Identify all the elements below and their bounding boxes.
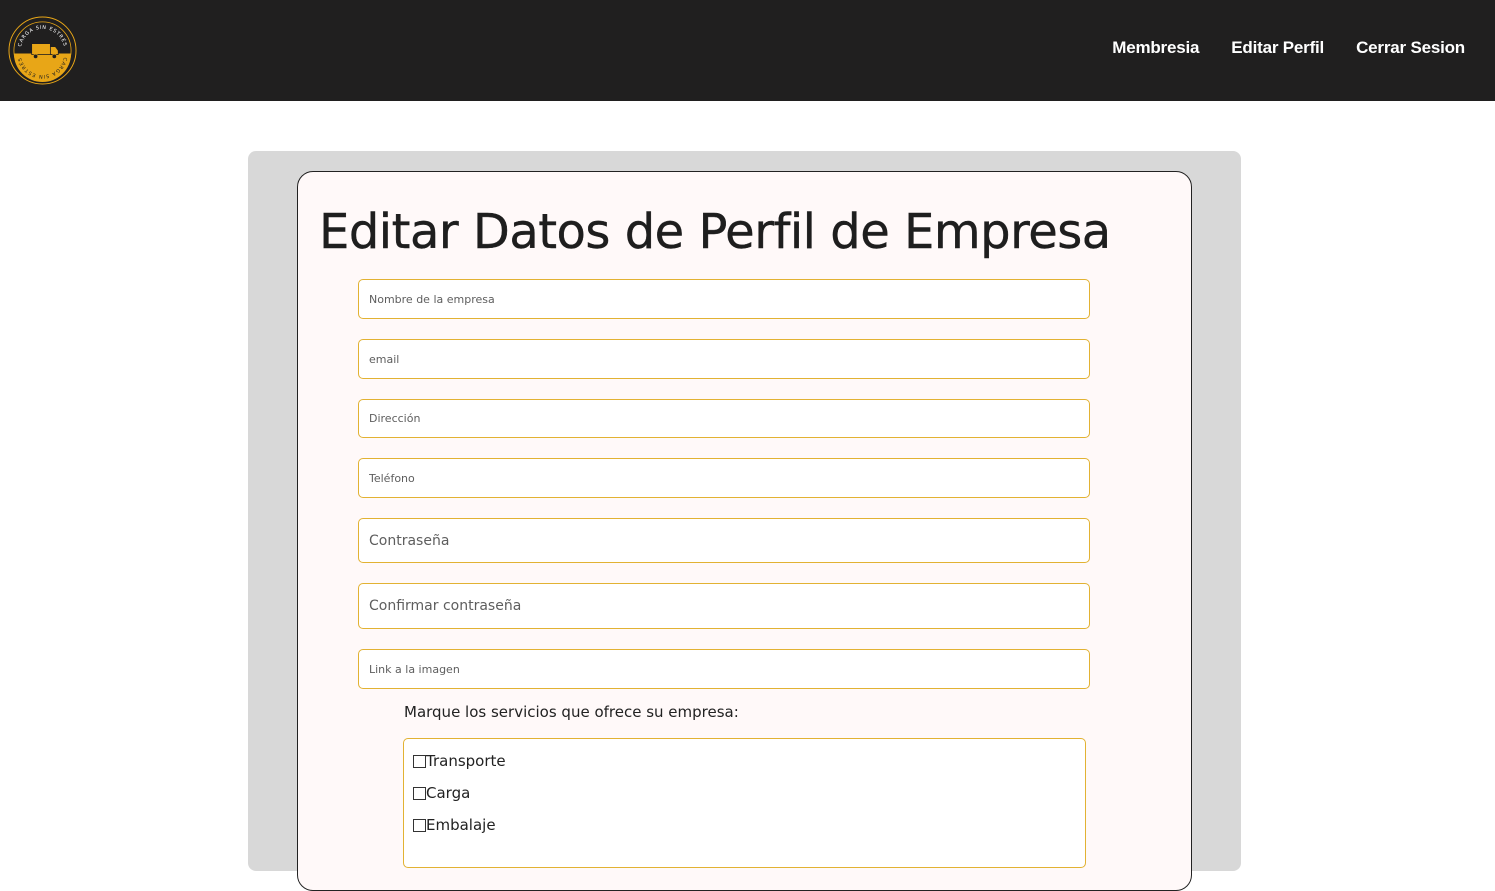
nav-link-cerrar-sesion[interactable]: Cerrar Sesion (1356, 38, 1465, 58)
service-label: Transporte (426, 752, 506, 770)
email-input[interactable] (358, 339, 1090, 379)
page-title: Editar Datos de Perfil de Empresa (319, 204, 1112, 260)
service-label: Embalaje (426, 816, 496, 834)
image-link-input[interactable] (358, 649, 1090, 689)
carga-checkbox[interactable] (413, 786, 426, 800)
top-navbar: CARGA SIN ESTRÉS CARGA SIN ESTRÉS Membre… (0, 0, 1495, 101)
transporte-checkbox[interactable] (413, 754, 426, 768)
services-label: Marque los servicios que ofrece su empre… (404, 703, 739, 721)
service-label: Carga (426, 784, 471, 802)
company-logo[interactable]: CARGA SIN ESTRÉS CARGA SIN ESTRÉS (8, 16, 77, 85)
address-input[interactable] (358, 399, 1090, 438)
phone-input[interactable] (358, 458, 1090, 498)
service-option-carga[interactable]: Carga (413, 784, 470, 802)
nav-link-editar-perfil[interactable]: Editar Perfil (1231, 38, 1324, 58)
confirm-password-input[interactable] (358, 583, 1090, 629)
service-option-transporte[interactable]: Transporte (413, 752, 506, 770)
services-checkbox-list: Transporte Carga Embalaje (403, 738, 1086, 868)
nav-links: Membresia Editar Perfil Cerrar Sesion (1112, 38, 1465, 58)
embalaje-checkbox[interactable] (413, 818, 426, 832)
nav-link-membresia[interactable]: Membresia (1112, 38, 1199, 58)
service-option-embalaje[interactable]: Embalaje (413, 816, 496, 834)
password-input[interactable] (358, 518, 1090, 563)
company-name-input[interactable] (358, 279, 1090, 319)
